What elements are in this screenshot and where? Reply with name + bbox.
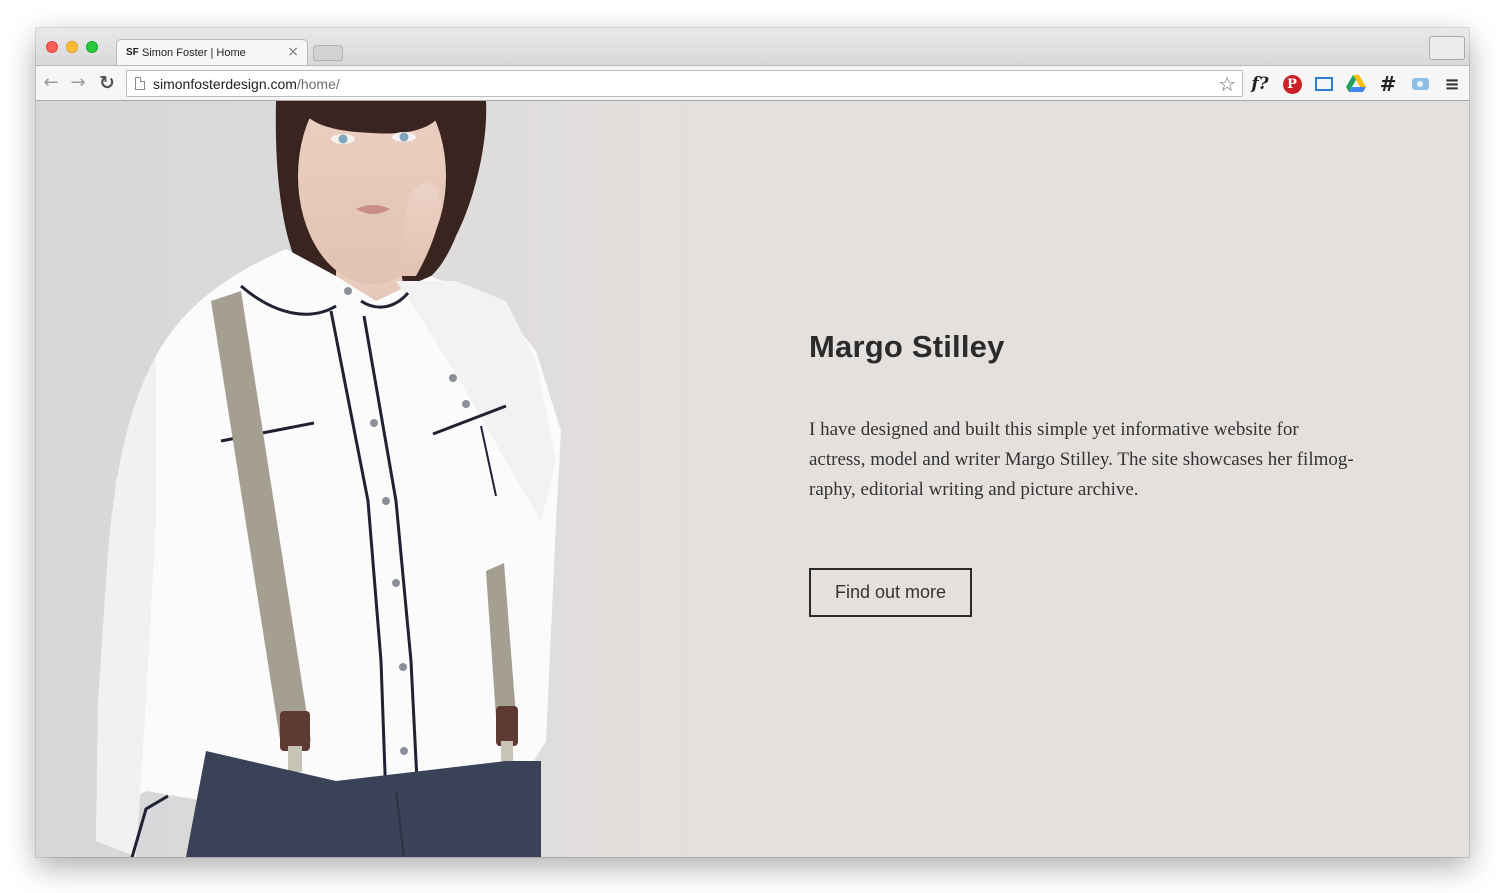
tab-title: Simon Foster | Home (142, 47, 246, 59)
browser-window: SF Simon Foster | Home × ← → ↻ simonfost… (36, 28, 1469, 857)
url-text[interactable]: simonfosterdesign.com/home/ (153, 76, 340, 92)
font-extension-icon[interactable]: f? (1248, 72, 1272, 96)
description-line: actress, model and writer Margo Stilley.… (809, 449, 1354, 470)
camera-icon (1411, 78, 1429, 90)
screen-capture-extension-icon[interactable] (1312, 72, 1336, 96)
hero-text-block: Margo Stilley I have designed and built … (809, 329, 1389, 505)
close-tab-icon[interactable]: × (287, 44, 299, 60)
page-icon (135, 77, 145, 90)
bookmark-star-icon[interactable]: ☆ (1218, 72, 1236, 96)
favicon-icon: SF (126, 47, 139, 58)
menu-icon[interactable]: ≡ (1440, 72, 1464, 96)
tab-home[interactable]: SF Simon Foster | Home × (116, 39, 308, 66)
url-host: simonfosterdesign.com (153, 76, 297, 92)
new-tab-button[interactable] (313, 45, 343, 61)
description-line: raphy, editorial writing and picture arc… (809, 479, 1139, 500)
page-content: Margo Stilley I have designed and built … (36, 101, 1469, 857)
back-button[interactable]: ← (40, 72, 62, 94)
url-path: /home/ (296, 76, 340, 92)
find-out-more-button[interactable]: Find out more (809, 568, 972, 617)
description-line: I have designed and built this simple ye… (809, 419, 1299, 440)
zoom-window-button[interactable] (86, 41, 98, 53)
browser-toolbar: ← → ↻ simonfosterdesign.com/home/ ☆ f? P… (36, 65, 1469, 101)
pinterest-extension-icon[interactable]: P (1280, 72, 1304, 96)
forward-button[interactable]: → (67, 72, 89, 94)
address-bar[interactable]: simonfosterdesign.com/home/ ☆ (126, 70, 1243, 97)
tab-strip: SF Simon Foster | Home × (36, 28, 1469, 66)
minimize-window-button[interactable] (66, 41, 78, 53)
hero-photo (36, 101, 676, 857)
close-window-button[interactable] (46, 41, 58, 53)
pinterest-logo-icon: P (1282, 74, 1302, 94)
camera-extension-icon[interactable] (1408, 72, 1432, 96)
reload-button[interactable]: ↻ (96, 72, 118, 94)
profile-button[interactable] (1429, 36, 1465, 60)
hash-extension-icon[interactable]: # (1376, 72, 1400, 96)
drive-logo-icon (1346, 75, 1366, 92)
page-title: Margo Stilley (809, 329, 1005, 364)
screen-frame-icon (1315, 77, 1333, 91)
hero-description: I have designed and built this simple ye… (809, 415, 1389, 505)
google-drive-extension-icon[interactable] (1344, 72, 1368, 96)
